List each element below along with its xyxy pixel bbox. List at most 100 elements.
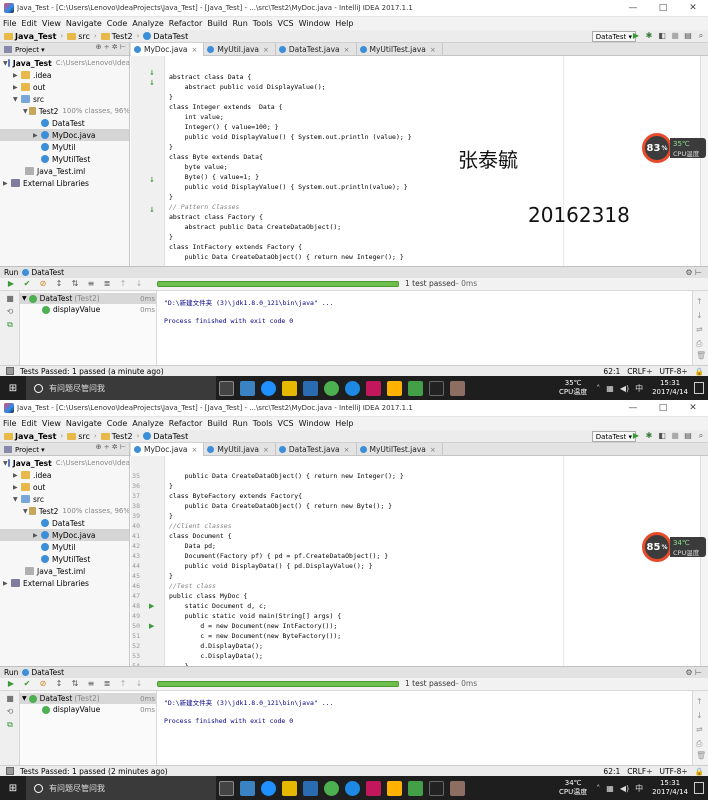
chevron-up-icon[interactable]: ˄ <box>596 384 600 393</box>
menu-tools[interactable]: Tools <box>253 19 273 28</box>
coverage-icon[interactable]: ◧ <box>657 31 667 41</box>
code-editor[interactable]: public Data CreateDataObject() { return … <box>166 456 564 666</box>
ime-icon[interactable]: 中 <box>635 383 643 394</box>
soft-wrap-icon[interactable]: ⇌ <box>696 725 703 734</box>
trash-icon[interactable]: 🗑 <box>696 751 706 760</box>
stop-icon[interactable]: ■ <box>5 694 15 704</box>
stop-icon[interactable]: ■ <box>670 31 680 41</box>
game-icon[interactable] <box>450 380 465 396</box>
rerun-icon[interactable]: ▶ <box>6 279 16 289</box>
wechat-icon[interactable] <box>408 780 423 796</box>
breadcrumb-class[interactable]: DataTest <box>143 432 188 441</box>
menu-navigate[interactable]: Navigate <box>66 19 102 28</box>
run-panel-title[interactable]: Run <box>4 268 18 277</box>
menu-view[interactable]: View <box>42 19 61 28</box>
file-explorer-icon[interactable] <box>282 780 297 796</box>
intellij-icon[interactable] <box>366 780 381 796</box>
soft-wrap-icon[interactable]: ⇌ <box>696 325 703 334</box>
menu-edit[interactable]: Edit <box>21 419 37 428</box>
store-icon[interactable] <box>303 380 318 396</box>
lock-icon[interactable]: 🔒 <box>695 367 704 376</box>
close-tab-icon[interactable]: × <box>263 46 269 54</box>
menu-tools[interactable]: Tools <box>253 419 273 428</box>
app-icon[interactable] <box>324 780 339 796</box>
close-button[interactable]: ✕ <box>678 3 708 13</box>
breadcrumb-package[interactable]: Test2 <box>100 32 133 41</box>
ignored-filter-icon[interactable]: ⊘ <box>38 679 48 689</box>
tab-myutiltest[interactable]: MyUtilTest.java × <box>357 43 443 56</box>
cpu-temp-widget[interactable]: 85% 34℃ CPU温度 <box>642 532 708 562</box>
tree-item-external-libraries[interactable]: ▶ External Libraries <box>0 577 129 589</box>
menu-vcs[interactable]: VCS <box>278 419 294 428</box>
file-explorer-icon[interactable] <box>282 380 297 396</box>
close-tab-icon[interactable]: × <box>344 46 350 54</box>
breadcrumb-project[interactable]: Java_Test <box>4 32 56 41</box>
tree-item-mydoc[interactable]: ▶ MyDoc.java <box>0 529 129 541</box>
trash-icon[interactable]: 🗑 <box>696 351 706 360</box>
passed-filter-icon[interactable]: ✔ <box>22 279 32 289</box>
test-case-row[interactable]: displayValue 0ms <box>20 304 157 315</box>
menu-view[interactable]: View <box>42 419 61 428</box>
menu-edit[interactable]: Edit <box>21 19 37 28</box>
tab-myutil[interactable]: MyUtil.java × <box>204 443 276 456</box>
expand-all-icon[interactable]: ≡ <box>86 679 96 689</box>
tab-myutil[interactable]: MyUtil.java × <box>204 43 276 56</box>
structure-icon[interactable]: ▤ <box>683 431 693 441</box>
tab-datatest[interactable]: DataTest.java × <box>276 443 357 456</box>
gear-icon[interactable]: ⚙ ⊢ <box>685 668 702 677</box>
maximize-button[interactable]: □ <box>648 3 678 13</box>
app-icon[interactable] <box>429 780 444 796</box>
override-marker-icon[interactable]: ↓ <box>149 69 155 77</box>
arrow-up-icon[interactable]: ↑ <box>696 697 703 706</box>
run-tab-datatest[interactable]: DataTest <box>22 668 64 677</box>
maximize-button[interactable]: □ <box>648 403 678 413</box>
collapse-all-icon[interactable]: ≣ <box>102 279 112 289</box>
line-separator[interactable]: CRLF÷ <box>627 367 652 376</box>
menu-file[interactable]: File <box>3 19 16 28</box>
breadcrumb-src[interactable]: src <box>67 32 90 41</box>
menu-build[interactable]: Build <box>207 419 227 428</box>
tree-item-test2[interactable]: ▼ Test2 100% classes, 96% <box>0 505 129 517</box>
tree-item-iml[interactable]: Java_Test.iml <box>0 565 129 577</box>
implement-marker-icon[interactable]: ↓ <box>149 206 155 214</box>
edge-icon[interactable] <box>261 380 276 396</box>
run-console[interactable]: "D:\新建文件夹 (3)\jdk1.8.0_121\bin\java" ...… <box>158 291 692 365</box>
app-icon[interactable] <box>429 380 444 396</box>
minimize-button[interactable]: — <box>618 403 648 413</box>
project-panel-header[interactable]: Project ▾ ⊕ ÷ ✲ ⊢ <box>0 443 130 456</box>
minimize-button[interactable]: — <box>618 3 648 13</box>
tree-item-datatest[interactable]: DataTest <box>0 517 129 529</box>
tree-item-src[interactable]: ▼ src <box>0 93 129 105</box>
volume-icon[interactable]: ◀) <box>620 784 629 793</box>
export-icon[interactable]: ⧉ <box>5 320 15 330</box>
passed-filter-icon[interactable]: ✔ <box>22 679 32 689</box>
tree-item-mydoc[interactable]: ▶ MyDoc.java <box>0 129 129 141</box>
search-icon[interactable]: ⌕ <box>696 31 706 41</box>
app-icon[interactable] <box>240 380 255 396</box>
sort-alpha-icon[interactable]: ↕ <box>54 679 64 689</box>
history-icon[interactable]: ⟲ <box>5 707 15 717</box>
tree-item-src[interactable]: ▼ src <box>0 493 129 505</box>
export-icon[interactable]: ⧉ <box>5 720 15 730</box>
volume-icon[interactable]: ◀) <box>620 384 629 393</box>
tree-item-test2[interactable]: ▼ Test2 100% classes, 96% <box>0 105 129 117</box>
history-icon[interactable]: ⟲ <box>5 307 15 317</box>
run-tab-datatest[interactable]: DataTest <box>22 268 64 277</box>
tab-myutiltest[interactable]: MyUtilTest.java × <box>357 443 443 456</box>
tree-item-datatest[interactable]: DataTest <box>0 117 129 129</box>
down-icon[interactable]: ↓ <box>134 679 144 689</box>
project-panel-header[interactable]: Project ▾ ⊕ ÷ ✲ ⊢ <box>0 43 130 56</box>
menu-window[interactable]: Window <box>299 19 331 28</box>
tree-item-out[interactable]: ▶ out <box>0 481 129 493</box>
tray-cpu-temp[interactable]: 34℃ CPU温度 <box>559 779 587 797</box>
menu-build[interactable]: Build <box>207 19 227 28</box>
menu-analyze[interactable]: Analyze <box>132 19 164 28</box>
menu-code[interactable]: Code <box>107 19 127 28</box>
app-icon[interactable] <box>240 780 255 796</box>
intellij-icon[interactable] <box>366 380 381 396</box>
close-tab-icon[interactable]: × <box>344 446 350 454</box>
rerun-icon[interactable]: ▶ <box>6 679 16 689</box>
tree-item-myutil[interactable]: MyUtil <box>0 141 129 153</box>
browser-icon[interactable] <box>345 380 360 396</box>
run-icon[interactable]: ▶ <box>631 431 641 441</box>
